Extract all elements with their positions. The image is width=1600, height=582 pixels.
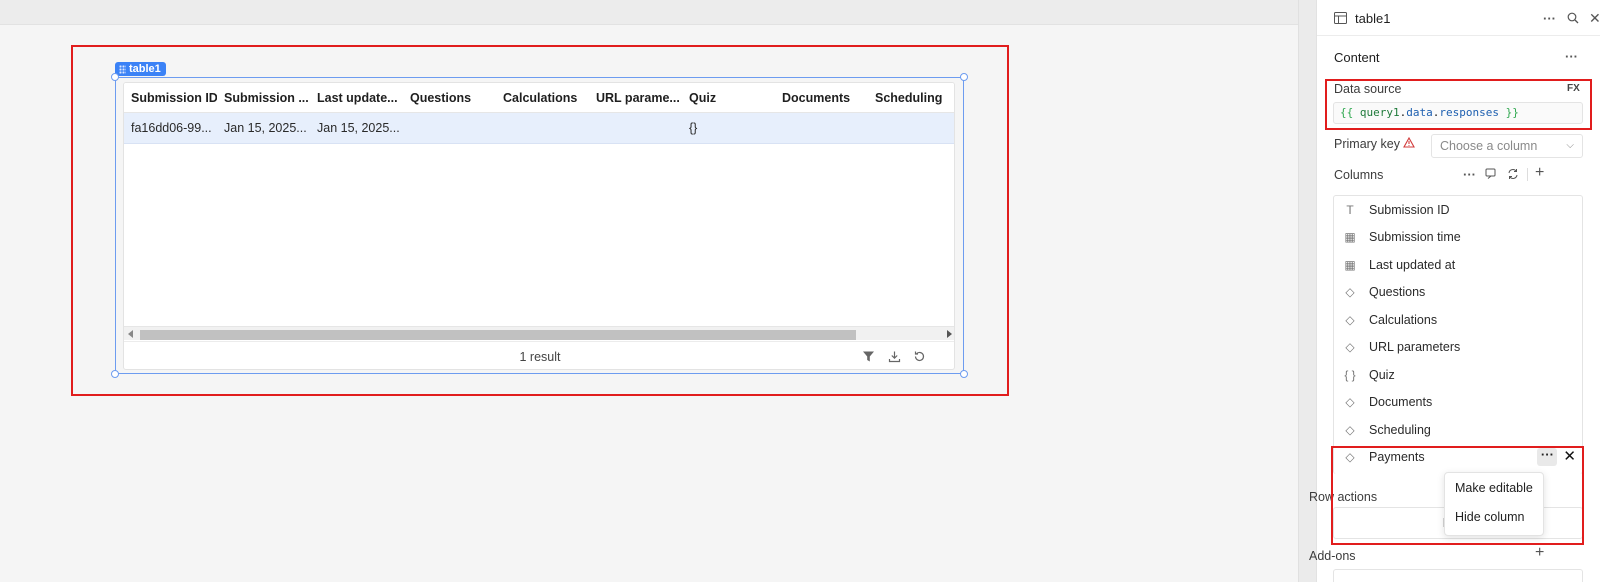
chevron-down-icon: ⌵ bbox=[1566, 140, 1574, 151]
columns-label: Columns bbox=[1334, 168, 1384, 182]
more-options-icon[interactable]: ··· bbox=[1543, 12, 1556, 26]
calendar-icon: ▦ bbox=[1344, 257, 1356, 272]
column-item-label: Scheduling bbox=[1369, 422, 1431, 437]
column-item-last-updated-at[interactable]: ▦ Last updated at bbox=[1334, 251, 1584, 278]
add-column-icon[interactable]: + bbox=[1535, 165, 1544, 181]
primary-key-label: Primary key bbox=[1334, 137, 1400, 151]
search-icon[interactable] bbox=[1567, 12, 1579, 27]
text-icon: T bbox=[1346, 202, 1354, 217]
column-item-label: Submission time bbox=[1369, 230, 1461, 244]
column-item-url-parameters[interactable]: ◇ URL parameters bbox=[1334, 334, 1584, 361]
highlight-payments bbox=[1331, 446, 1584, 545]
primary-key-select[interactable]: Choose a column ⌵ bbox=[1431, 134, 1583, 158]
warning-icon bbox=[1403, 136, 1415, 151]
column-item-submission-id[interactable]: T Submission ID bbox=[1334, 196, 1584, 223]
tag-icon: ◇ bbox=[1345, 422, 1355, 437]
canvas-topbar bbox=[0, 0, 1298, 25]
column-item-scheduling[interactable]: ◇ Scheduling bbox=[1334, 416, 1584, 443]
table-icon bbox=[1334, 12, 1347, 27]
tag-icon: ◇ bbox=[1345, 312, 1355, 327]
sync-columns-icon[interactable] bbox=[1507, 168, 1519, 183]
divider bbox=[1527, 168, 1528, 181]
column-item-label: Calculations bbox=[1369, 312, 1438, 327]
column-item-documents[interactable]: ◇ Documents bbox=[1334, 389, 1584, 416]
add-addon-icon[interactable]: + bbox=[1535, 545, 1544, 561]
columns-more-icon[interactable]: ··· bbox=[1463, 168, 1476, 182]
column-item-label: Documents bbox=[1369, 395, 1433, 409]
addons-box bbox=[1333, 569, 1583, 582]
tag-icon: ◇ bbox=[1345, 285, 1355, 299]
divider bbox=[1317, 35, 1600, 36]
column-item-label: Quiz bbox=[1369, 367, 1395, 382]
primary-key-placeholder: Choose a column bbox=[1440, 139, 1538, 153]
content-more-icon[interactable]: ··· bbox=[1565, 50, 1578, 64]
tag-icon: ◇ bbox=[1345, 340, 1355, 354]
columns-list: T Submission ID ▦ Submission time ▦ Last upda… bbox=[1333, 195, 1583, 474]
json-icon: { } bbox=[1344, 367, 1356, 382]
calendar-icon: ▦ bbox=[1344, 230, 1356, 244]
highlight-data-source bbox=[1325, 79, 1592, 130]
column-item-questions[interactable]: ◇ Questions bbox=[1334, 279, 1584, 306]
column-item-label: Last updated at bbox=[1369, 257, 1456, 272]
tag-icon: ◇ bbox=[1345, 395, 1355, 409]
close-panel-icon[interactable]: ✕ bbox=[1589, 11, 1600, 25]
column-item-submission-time[interactable]: ▦ Submission time bbox=[1334, 224, 1584, 251]
panel-title[interactable]: table1 bbox=[1355, 11, 1390, 26]
column-item-calculations[interactable]: ◇ Calculations bbox=[1334, 306, 1584, 333]
column-item-label: URL parameters bbox=[1369, 340, 1461, 354]
addons-label: Add-ons bbox=[1309, 549, 1356, 563]
column-item-quiz[interactable]: { } Quiz bbox=[1334, 361, 1584, 388]
highlight-table bbox=[71, 45, 1009, 396]
magic-columns-icon[interactable] bbox=[1485, 168, 1497, 183]
column-item-label: Questions bbox=[1369, 285, 1426, 299]
content-section-label: Content bbox=[1334, 50, 1380, 65]
column-item-label: Submission ID bbox=[1369, 202, 1450, 217]
